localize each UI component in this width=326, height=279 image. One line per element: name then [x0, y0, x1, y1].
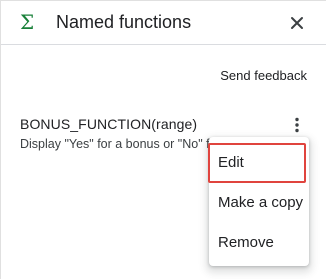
- menu-item-label: Make a copy: [218, 194, 304, 211]
- menu-item-label: Remove: [218, 234, 274, 251]
- send-feedback-link[interactable]: Send feedback: [220, 67, 307, 85]
- menu-item-make-a-copy[interactable]: Make a copy: [209, 183, 309, 223]
- function-description: Display "Yes" for a bonus or "No" for no…: [20, 137, 216, 151]
- close-icon[interactable]: [285, 11, 309, 35]
- named-functions-panel: Σ Named functions Send feedback BONUS_FU…: [0, 0, 326, 279]
- more-vert-icon[interactable]: [287, 115, 307, 135]
- function-name: BONUS_FUNCTION(range): [20, 116, 198, 132]
- menu-item-edit[interactable]: Edit: [208, 143, 306, 183]
- sigma-icon: Σ: [20, 10, 35, 34]
- menu-item-label: Edit: [218, 154, 244, 171]
- panel-header: Σ Named functions: [1, 1, 326, 45]
- function-context-menu: Edit Make a copy Remove: [208, 137, 309, 266]
- menu-item-remove[interactable]: Remove: [209, 223, 309, 263]
- panel-title: Named functions: [56, 12, 192, 32]
